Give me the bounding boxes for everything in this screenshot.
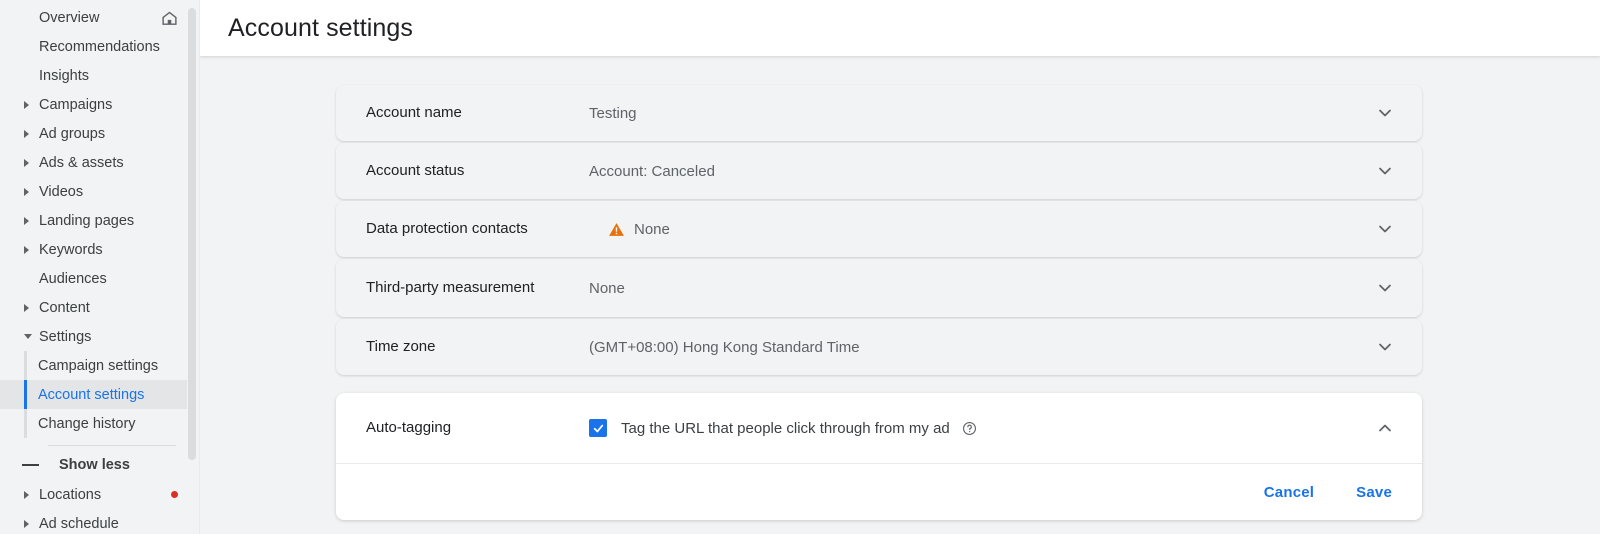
sidebar-item-label: Ads & assets xyxy=(39,154,124,171)
sidebar-item-label: Ad groups xyxy=(39,125,106,142)
sidebar-item-label: Campaigns xyxy=(39,96,113,113)
setting-row-time-zone[interactable]: Time zone (GMT+08:00) Hong Kong Standard… xyxy=(336,319,1422,375)
settings-card-group: Account name Testing Account status Acco… xyxy=(336,85,1422,375)
setting-row-account-status[interactable]: Account status Account: Canceled xyxy=(336,143,1422,199)
auto-tagging-checkbox-label: Tag the URL that people click through fr… xyxy=(621,419,950,437)
sidebar-item-campaigns[interactable]: Campaigns xyxy=(0,90,200,119)
setting-label: Time zone xyxy=(366,337,436,355)
chevron-down-icon[interactable] xyxy=(1368,212,1402,246)
main-content: Account settings Account name Testing Ac… xyxy=(200,0,1600,534)
setting-row-third-party-measurement[interactable]: Third-party measurement None xyxy=(336,259,1422,317)
auto-tagging-label: Auto-tagging xyxy=(366,418,452,436)
sidebar-item-label: Audiences xyxy=(39,270,107,287)
sidebar-item-locations[interactable]: Locations xyxy=(0,480,200,509)
sidebar-scrollbar-thumb[interactable] xyxy=(188,8,196,460)
auto-tagging-header[interactable]: Auto-tagging Tag the URL that people cli… xyxy=(336,393,1422,463)
warning-triangle-icon xyxy=(608,221,625,238)
chevron-right-icon xyxy=(24,245,29,254)
setting-value-wrap: (GMT+08:00) Hong Kong Standard Time xyxy=(589,339,1368,356)
sidebar-item-label: Change history xyxy=(38,415,136,432)
sidebar-item-label: Campaign settings xyxy=(38,357,159,374)
setting-value: Account: Canceled xyxy=(589,162,715,180)
chevron-down-icon[interactable] xyxy=(1368,96,1402,130)
page-title: Account settings xyxy=(228,13,414,42)
sidebar-item-change-history[interactable]: Change history xyxy=(0,409,200,438)
sidebar-item-overview[interactable]: Overview xyxy=(0,3,200,32)
setting-value: None xyxy=(589,279,625,297)
auto-tagging-checkbox[interactable] xyxy=(589,419,607,437)
chevron-right-icon xyxy=(24,129,29,138)
sidebar-item-label: Settings xyxy=(39,328,92,345)
sidebar-item-ad-schedule[interactable]: Ad schedule xyxy=(0,509,200,534)
chevron-down-icon xyxy=(24,334,32,339)
sidebar-selected-indicator xyxy=(24,380,27,409)
sidebar-item-settings[interactable]: Settings xyxy=(0,322,200,351)
show-less-label: Show less xyxy=(59,457,130,473)
chevron-right-icon xyxy=(24,303,29,312)
setting-value-wrap: Account: Canceled xyxy=(589,163,1368,180)
sidebar-item-content[interactable]: Content xyxy=(0,293,200,322)
page-header: Account settings xyxy=(200,0,1600,56)
setting-label: Account status xyxy=(366,161,465,179)
setting-value-wrap: None xyxy=(608,221,1368,238)
settings-content: Account name Testing Account status Acco… xyxy=(200,56,1600,520)
chevron-down-icon[interactable] xyxy=(1368,271,1402,305)
minus-icon xyxy=(22,464,39,466)
sidebar-item-landing-pages[interactable]: Landing pages xyxy=(0,206,200,235)
setting-value: Testing xyxy=(589,104,637,122)
chevron-right-icon xyxy=(24,216,29,225)
chevron-down-icon[interactable] xyxy=(1368,330,1402,364)
auto-tagging-actions: Cancel Save xyxy=(336,464,1422,520)
setting-label: Third-party measurement xyxy=(366,278,535,296)
sidebar-item-recommendations[interactable]: Recommendations xyxy=(0,32,200,61)
save-button[interactable]: Save xyxy=(1356,484,1392,501)
sidebar-item-audiences[interactable]: Audiences xyxy=(0,264,200,293)
setting-label: Account name xyxy=(366,103,462,121)
setting-value-wrap: None xyxy=(589,280,1368,297)
sidebar-item-label: Account settings xyxy=(38,386,145,403)
setting-value: (GMT+08:00) Hong Kong Standard Time xyxy=(589,338,860,356)
sidebar-subnav-rail xyxy=(24,351,27,380)
chevron-right-icon xyxy=(24,187,29,196)
sidebar-item-ads-assets[interactable]: Ads & assets xyxy=(0,148,200,177)
notification-dot-icon xyxy=(171,491,178,498)
sidebar-item-label: Videos xyxy=(39,183,84,200)
setting-value-wrap: Testing xyxy=(589,105,1368,122)
chevron-up-icon[interactable] xyxy=(1368,411,1402,445)
app-root: Overview Recommendations Insights Campai… xyxy=(0,0,1600,534)
sidebar-item-label: Recommendations xyxy=(39,38,160,55)
sidebar: Overview Recommendations Insights Campai… xyxy=(0,0,200,534)
help-circle-icon[interactable] xyxy=(962,421,977,436)
chevron-right-icon xyxy=(24,490,29,499)
sidebar-item-insights[interactable]: Insights xyxy=(0,61,200,90)
sidebar-item-campaign-settings[interactable]: Campaign settings xyxy=(0,351,200,380)
sidebar-item-label: Overview xyxy=(39,9,100,26)
chevron-down-icon[interactable] xyxy=(1368,154,1402,188)
sidebar-nav-list: Overview Recommendations Insights Campai… xyxy=(0,0,200,534)
sidebar-item-keywords[interactable]: Keywords xyxy=(0,235,200,264)
sidebar-item-label: Insights xyxy=(39,67,89,84)
sidebar-item-label: Content xyxy=(39,299,90,316)
chevron-right-icon xyxy=(24,100,29,109)
show-less-button[interactable]: Show less xyxy=(0,450,200,480)
auto-tagging-card: Auto-tagging Tag the URL that people cli… xyxy=(336,393,1422,520)
sidebar-item-label: Ad schedule xyxy=(39,515,119,532)
setting-value: None xyxy=(634,220,670,238)
cancel-button[interactable]: Cancel xyxy=(1264,484,1314,501)
sidebar-item-label: Keywords xyxy=(39,241,103,258)
setting-row-account-name[interactable]: Account name Testing xyxy=(336,85,1422,141)
sidebar-divider xyxy=(48,445,176,446)
sidebar-item-label: Landing pages xyxy=(39,212,135,229)
setting-row-data-protection-contacts[interactable]: Data protection contacts None xyxy=(336,201,1422,257)
sidebar-item-account-settings[interactable]: Account settings xyxy=(0,380,200,409)
chevron-right-icon xyxy=(24,158,29,167)
sidebar-item-ad-groups[interactable]: Ad groups xyxy=(0,119,200,148)
sidebar-scrollbar-track[interactable] xyxy=(187,0,199,534)
sidebar-item-label: Locations xyxy=(39,486,102,503)
chevron-right-icon xyxy=(24,519,29,528)
sidebar-item-videos[interactable]: Videos xyxy=(0,177,200,206)
setting-label: Data protection contacts xyxy=(366,219,528,237)
sidebar-subnav-rail xyxy=(24,409,27,438)
home-icon xyxy=(161,10,178,31)
